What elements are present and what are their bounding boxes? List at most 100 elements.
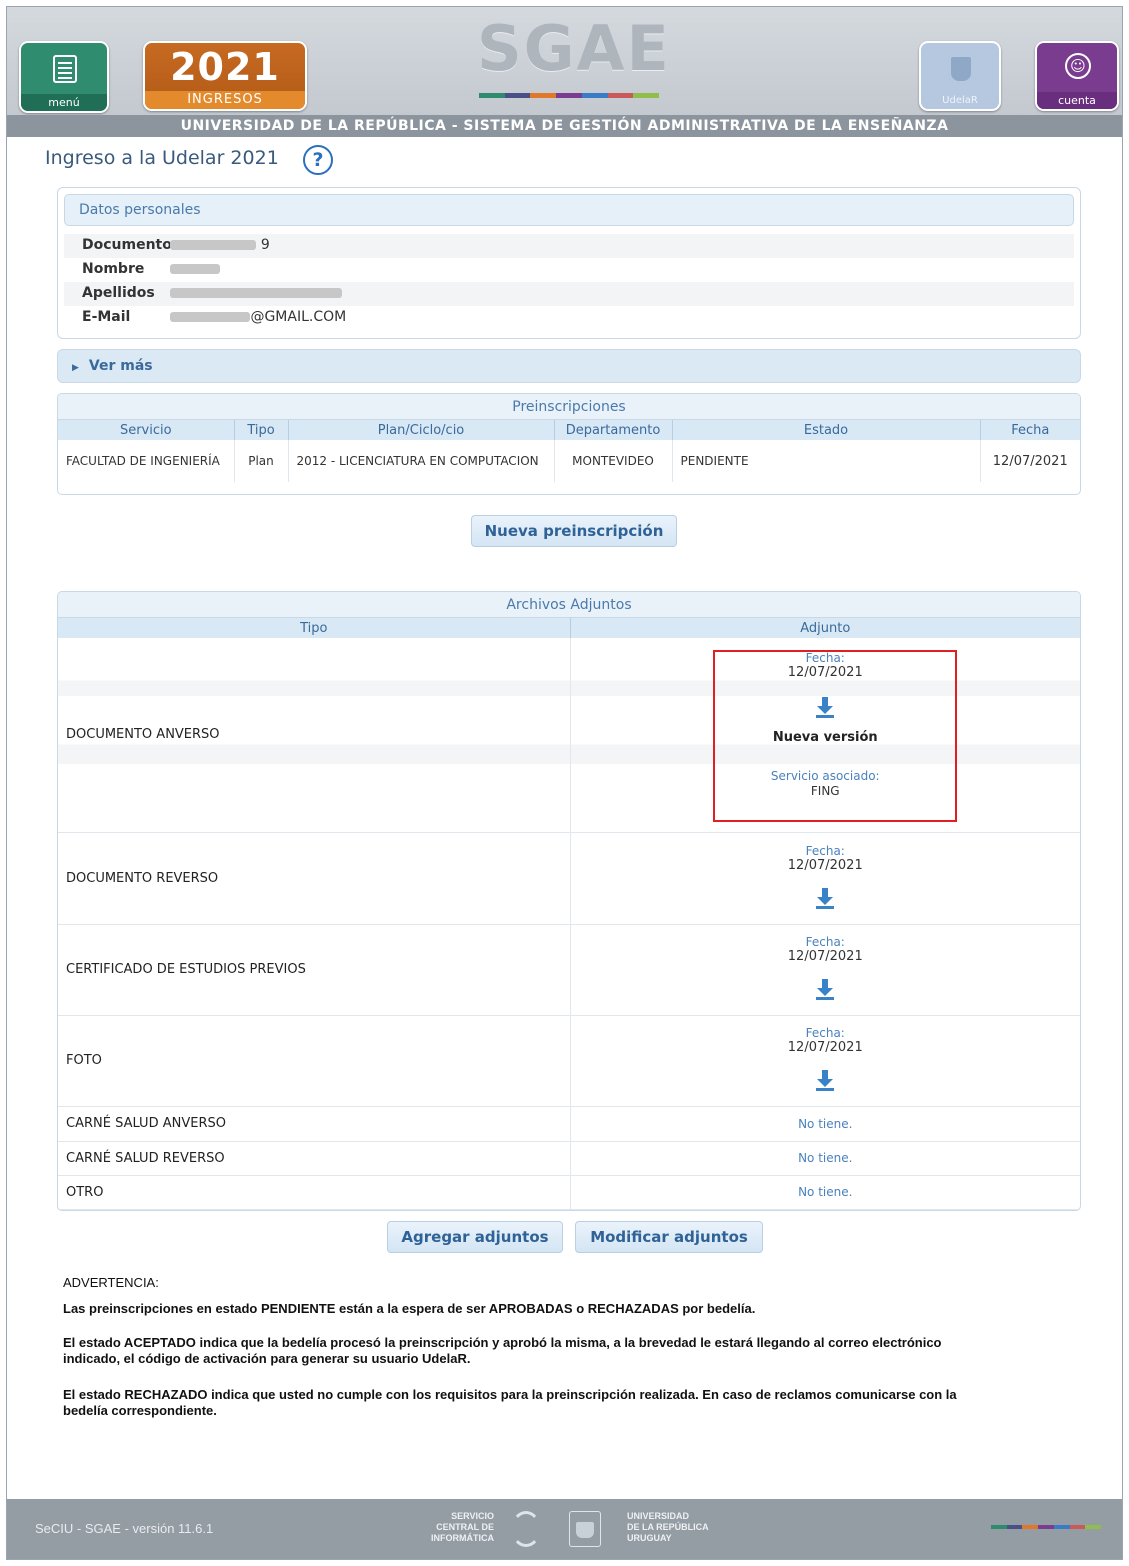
- sci-logo-text: SERVICIO CENTRAL DE INFORMÁTICA: [431, 1511, 494, 1543]
- cell-fecha: 12/07/2021: [992, 453, 1068, 469]
- field-value: 9: [170, 237, 270, 253]
- datos-personales-heading: Datos personales: [64, 194, 1074, 226]
- fecha-label: Fecha:: [805, 935, 845, 949]
- field-documento: Documento 9: [82, 234, 270, 256]
- advertencia-p2-line2: indicado, el código de activación para g…: [63, 1351, 471, 1366]
- udelar-button[interactable]: UdelaR: [919, 41, 1001, 111]
- udelar-logo-text: UNIVERSIDAD DE LA REPÚBLICA URUGUAY: [627, 1511, 709, 1543]
- ver-mas-label: Ver más: [88, 358, 153, 374]
- table-row: CARNÉ SALUD REVERSO No tiene.: [58, 1141, 1080, 1176]
- field-label: Nombre: [82, 261, 145, 277]
- menu-icon: [53, 55, 77, 83]
- field-label: E-Mail: [82, 309, 131, 325]
- column-header: Servicio: [58, 420, 235, 440]
- cell-tipo: CARNÉ SALUD REVERSO: [58, 1141, 571, 1176]
- header: menú 2021 INGRESOS SGAE UdelaR ☺ cuenta: [7, 7, 1122, 115]
- field-label: Documento: [82, 237, 172, 253]
- fecha-label: Fecha:: [805, 843, 845, 858]
- field-value: [170, 285, 343, 301]
- ingresos-label: INGRESOS: [145, 91, 305, 109]
- cell-tipo: Plan: [234, 440, 289, 482]
- university-banner: UNIVERSIDAD DE LA REPÚBLICA - SISTEMA DE…: [7, 115, 1122, 137]
- advertencia-p3-line2: bedelía correspondiente.: [63, 1403, 217, 1418]
- preinscripciones-caption: Preinscripciones: [58, 394, 1080, 420]
- advertencia-p3-line1: El estado RECHAZADO indica que usted no …: [63, 1387, 957, 1402]
- cell-adjunto: Fecha: 12/07/2021: [570, 924, 1080, 1016]
- fecha-label: Fecha:: [805, 1026, 845, 1040]
- column-header: Adjunto: [570, 618, 1080, 638]
- no-tiene-label: No tiene.: [570, 1175, 1080, 1210]
- no-tiene-label: No tiene.: [570, 1141, 1080, 1176]
- fecha-value: 12/07/2021: [787, 1040, 863, 1055]
- table-row: DOCUMENTO REVERSO Fecha: 12/07/2021: [58, 832, 1080, 925]
- cell-estado: PENDIENTE: [672, 440, 981, 482]
- footer-color-bars: [991, 1525, 1101, 1529]
- cell-tipo: DOCUMENTO ANVERSO: [58, 638, 571, 833]
- modificar-adjuntos-button[interactable]: Modificar adjuntos: [575, 1221, 763, 1253]
- ingresos-2021-button[interactable]: 2021 INGRESOS: [143, 41, 307, 111]
- download-icon[interactable]: [815, 979, 835, 1001]
- nueva-preinscripcion-button[interactable]: Nueva preinscripción: [471, 515, 677, 547]
- fecha-value: 12/07/2021: [787, 857, 863, 873]
- table-row: OTRO No tiene.: [58, 1175, 1080, 1210]
- table-row: FOTO Fecha: 12/07/2021: [58, 1015, 1080, 1107]
- menu-button[interactable]: menú: [19, 41, 109, 113]
- footer: SeCIU - SGAE - versión 11.6.1 SERVICIO CE…: [7, 1499, 1122, 1559]
- cell-tipo: FOTO: [58, 1015, 571, 1107]
- cell-tipo: OTRO: [58, 1175, 571, 1210]
- year-label: 2021: [170, 45, 280, 89]
- field-email: E-Mail @GMAIL.COM: [82, 306, 346, 328]
- column-header: Estado: [672, 420, 981, 440]
- column-header: Plan/Ciclo/cio: [288, 420, 555, 440]
- advertencia-p2-line1: El estado ACEPTADO indica que la bedelía…: [63, 1335, 942, 1350]
- cell-departamento: MONTEVIDEO: [554, 440, 673, 482]
- help-icon[interactable]: ?: [303, 145, 333, 175]
- cell-plan: 2012 - LICENCIATURA EN COMPUTACION: [288, 440, 555, 482]
- no-tiene-label: No tiene.: [570, 1106, 1080, 1142]
- download-icon[interactable]: [815, 1070, 835, 1092]
- table-row: CERTIFICADO DE ESTUDIOS PREVIOS Fecha: 1…: [58, 924, 1080, 1016]
- adjuntos-caption: Archivos Adjuntos: [58, 592, 1080, 618]
- column-header: Fecha: [980, 420, 1080, 440]
- menu-label: menú: [21, 94, 107, 111]
- cuenta-label: cuenta: [1037, 92, 1117, 109]
- sgae-logo: SGAE: [477, 12, 671, 85]
- field-apellidos: Apellidos: [82, 282, 343, 304]
- sci-logo-icon: [511, 1511, 541, 1547]
- cell-tipo: CERTIFICADO DE ESTUDIOS PREVIOS: [58, 924, 571, 1016]
- cell-tipo: DOCUMENTO REVERSO: [58, 832, 571, 925]
- download-icon[interactable]: [815, 887, 835, 910]
- table-row: CARNÉ SALUD ANVERSO No tiene.: [58, 1106, 1080, 1142]
- table-header-row: Tipo Adjunto: [58, 618, 1080, 638]
- ver-mas-toggle[interactable]: ▶ Ver más: [57, 349, 1081, 383]
- udelar-logo-icon: [569, 1511, 601, 1547]
- highlight-box: [713, 650, 957, 822]
- advertencia-title: ADVERTENCIA:: [63, 1275, 159, 1290]
- page-title: Ingreso a la Udelar 2021: [45, 147, 279, 169]
- column-header: Departamento: [554, 420, 673, 440]
- logo-color-bars: [479, 93, 659, 98]
- cuenta-button[interactable]: ☺ cuenta: [1035, 41, 1119, 111]
- udelar-label: UdelaR: [942, 95, 978, 106]
- agregar-adjuntos-button[interactable]: Agregar adjuntos: [387, 1221, 563, 1253]
- fecha-value: 12/07/2021: [787, 949, 863, 964]
- table-row: FACULTAD DE INGENIERÍA Plan 2012 - LICEN…: [58, 440, 1080, 482]
- udelar-shield-icon: [951, 57, 971, 81]
- table-header-row: Servicio Tipo Plan/Ciclo/cio Departament…: [58, 420, 1080, 440]
- field-value: @GMAIL.COM: [170, 309, 346, 325]
- cell-tipo: CARNÉ SALUD ANVERSO: [58, 1106, 571, 1142]
- app-frame: menú 2021 INGRESOS SGAE UdelaR ☺ cuenta …: [6, 6, 1123, 1560]
- chevron-right-icon: ▶: [72, 363, 79, 373]
- version-text: SeCIU - SGAE - versión 11.6.1: [35, 1521, 214, 1536]
- preinscripciones-table: Preinscripciones Servicio Tipo Plan/Cicl…: [57, 393, 1081, 495]
- field-value: [170, 261, 221, 277]
- cell-adjunto: Fecha: 12/07/2021: [570, 832, 1080, 925]
- cell-servicio: FACULTAD DE INGENIERÍA: [58, 440, 235, 482]
- cell-adjunto: Fecha: 12/07/2021: [570, 1015, 1080, 1107]
- user-icon: ☺: [1065, 53, 1091, 79]
- field-label: Apellidos: [82, 285, 155, 301]
- column-header: Tipo: [58, 618, 571, 638]
- datos-personales-panel: Datos personales Documento 9 Nombre Apel…: [57, 187, 1081, 339]
- column-header: Tipo: [234, 420, 289, 440]
- field-nombre: Nombre: [82, 258, 221, 280]
